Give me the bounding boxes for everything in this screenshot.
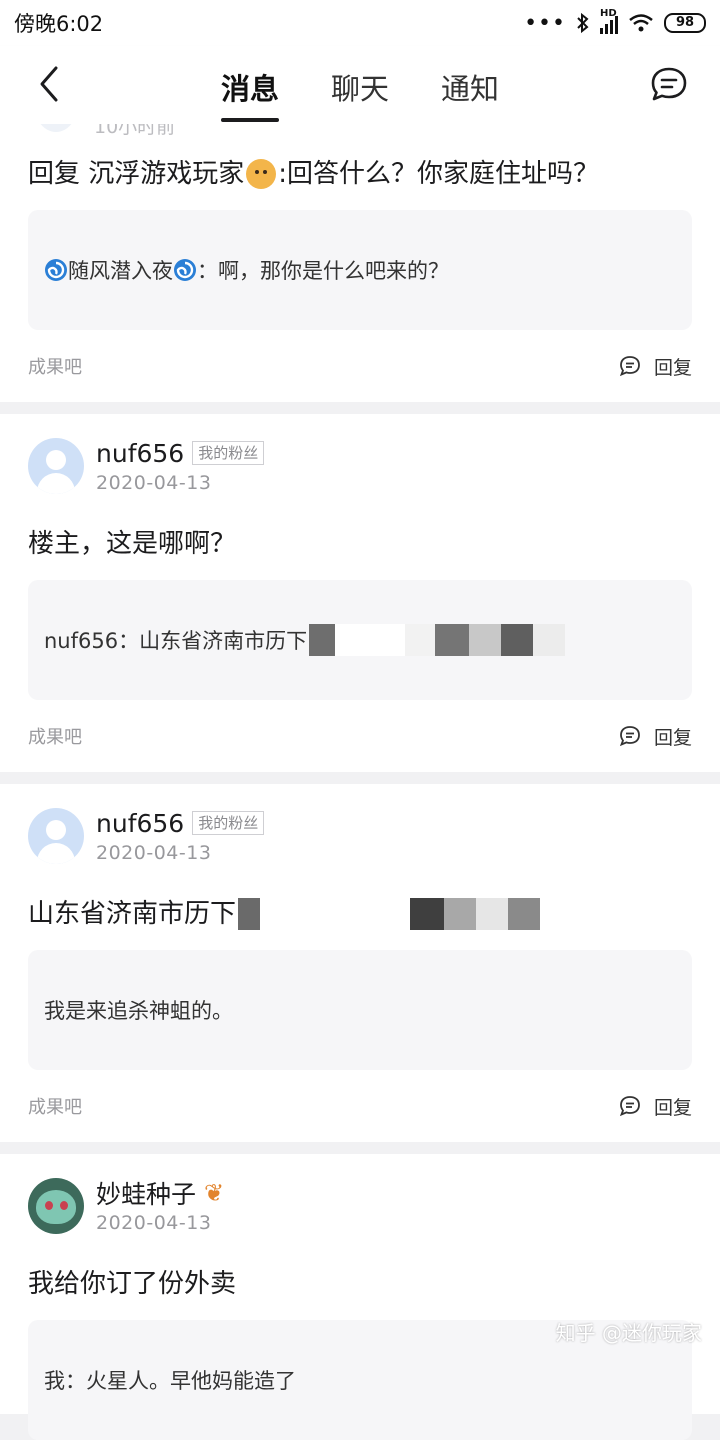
quoted-message[interactable]: 随风潜入夜 ：啊，那你是什么吧来的？ — [28, 210, 692, 330]
message-text: 我给你订了份外卖 — [28, 1269, 237, 1299]
comment-icon — [619, 726, 640, 747]
maple-leaf-icon: ❦ — [204, 1179, 225, 1207]
card-footer: 成果吧 回复 — [28, 330, 692, 402]
bluetooth-icon — [577, 12, 589, 34]
user-info: nuf656 我的粉丝 2020-04-13 — [96, 438, 265, 494]
user-info: nuf656 我的粉丝 2020-04-13 — [96, 808, 265, 864]
message-feed: 10小时前 回复 沉浮游戏玩家 :回答什么？你家庭住址吗？ 随风潜入夜 ：啊，那… — [0, 124, 720, 1440]
user-row: nuf656 我的粉丝 2020-04-13 — [28, 414, 692, 502]
signal-icon: HD — [600, 8, 618, 34]
quoted-text: ：啊，那你是什么吧来的？ — [197, 259, 449, 283]
quoted-message[interactable]: nuf656：山东省济南市历下 — [28, 580, 692, 700]
wifi-icon — [629, 14, 653, 32]
tab-notifications[interactable]: 通知 — [441, 46, 499, 124]
comment-icon — [619, 1096, 640, 1117]
message-card[interactable]: 10小时前 回复 沉浮游戏玩家 :回答什么？你家庭住址吗？ 随风潜入夜 ：啊，那… — [0, 124, 720, 402]
message-date: 2020-04-13 — [96, 842, 212, 864]
message-card[interactable]: nuf656 我的粉丝 2020-04-13 楼主，这是哪啊？ nuf656：山… — [0, 414, 720, 772]
reply-text: 回复 沉浮游戏玩家 :回答什么？你家庭住址吗？ — [28, 156, 692, 192]
avatar[interactable] — [28, 438, 84, 494]
reply-button[interactable]: 回复 — [618, 1093, 692, 1120]
message-time: 10小时前 — [94, 124, 176, 138]
message-date: 2020-04-13 — [96, 1212, 212, 1234]
status-time: 傍晚6:02 — [14, 12, 104, 36]
reply-text-prefix: 回复 沉浮游戏玩家 — [28, 159, 245, 189]
quoted-username: 随风潜入夜 — [68, 259, 173, 283]
status-bar: 傍晚6:02 ••• HD 98 — [0, 0, 720, 46]
card-header-partial: 10小时前 — [28, 124, 692, 142]
redaction-mosaic — [238, 898, 541, 930]
user-info: 妙蛙种子 ❦ 2020-04-13 — [96, 1178, 224, 1234]
swirl-icon — [174, 259, 196, 281]
chat-bubble-icon — [651, 67, 687, 101]
battery-indicator: 98 — [664, 13, 706, 33]
top-nav-bar: 消息 聊天 通知 — [0, 46, 720, 124]
swirl-icon — [45, 259, 67, 281]
avatar — [34, 124, 78, 132]
tab-chat[interactable]: 聊天 — [331, 46, 389, 124]
message-text: 山东省济南市历下 — [28, 896, 692, 932]
avatar[interactable] — [28, 808, 84, 864]
user-row: 妙蛙种子 ❦ 2020-04-13 — [28, 1154, 692, 1242]
tab-messages[interactable]: 消息 — [220, 46, 279, 124]
reply-label: 回复 — [653, 726, 692, 749]
message-card[interactable]: nuf656 我的粉丝 2020-04-13 山东省济南市历下 我是来追杀神蛆的… — [0, 784, 720, 1142]
notification-dots: ••• — [524, 10, 566, 36]
message-text: 楼主，这是哪啊？ — [28, 529, 237, 559]
username[interactable]: 妙蛙种子 — [96, 1175, 196, 1211]
watermark: 知乎 @迷你玩家 — [555, 1321, 702, 1345]
card-footer: 成果吧 回复 — [28, 1070, 692, 1142]
avatar[interactable] — [28, 1178, 84, 1234]
new-chat-button[interactable] — [648, 64, 690, 106]
follower-tag: 我的粉丝 — [192, 441, 265, 465]
message-text-content: 山东省济南市历下 — [28, 899, 237, 929]
quoted-text: 我：火星人。早他妈能造了 — [44, 1369, 296, 1393]
reply-button[interactable]: 回复 — [618, 353, 692, 380]
card-footer: 成果吧 回复 — [28, 700, 692, 772]
username[interactable]: nuf656 — [96, 809, 184, 838]
network-type-label: HD — [600, 8, 617, 19]
source-forum[interactable]: 成果吧 — [28, 1093, 82, 1119]
dog-emoji-icon — [246, 159, 277, 189]
reply-text-suffix: :回答什么？你家庭住址吗？ — [278, 159, 600, 189]
message-tabs: 消息 聊天 通知 — [0, 46, 720, 124]
comment-icon — [619, 356, 640, 377]
username[interactable]: nuf656 — [96, 439, 184, 468]
source-forum[interactable]: 成果吧 — [28, 353, 82, 379]
message-card[interactable]: 妙蛙种子 ❦ 2020-04-13 我给你订了份外卖 我：火星人。早他妈能造了 — [0, 1154, 720, 1440]
user-row: nuf656 我的粉丝 2020-04-13 — [28, 784, 692, 872]
quoted-message[interactable]: 我是来追杀神蛆的。 — [28, 950, 692, 1070]
reply-button[interactable]: 回复 — [618, 723, 692, 750]
reply-label: 回复 — [653, 1096, 692, 1119]
message-date: 2020-04-13 — [96, 472, 212, 494]
quoted-text: 我是来追杀神蛆的。 — [44, 999, 233, 1023]
status-icons: ••• HD 98 — [524, 8, 706, 36]
source-forum[interactable]: 成果吧 — [28, 723, 82, 749]
follower-tag: 我的粉丝 — [192, 811, 265, 835]
quoted-text: nuf656：山东省济南市历下 — [44, 629, 308, 653]
redaction-mosaic — [309, 624, 566, 656]
reply-label: 回复 — [653, 356, 692, 379]
